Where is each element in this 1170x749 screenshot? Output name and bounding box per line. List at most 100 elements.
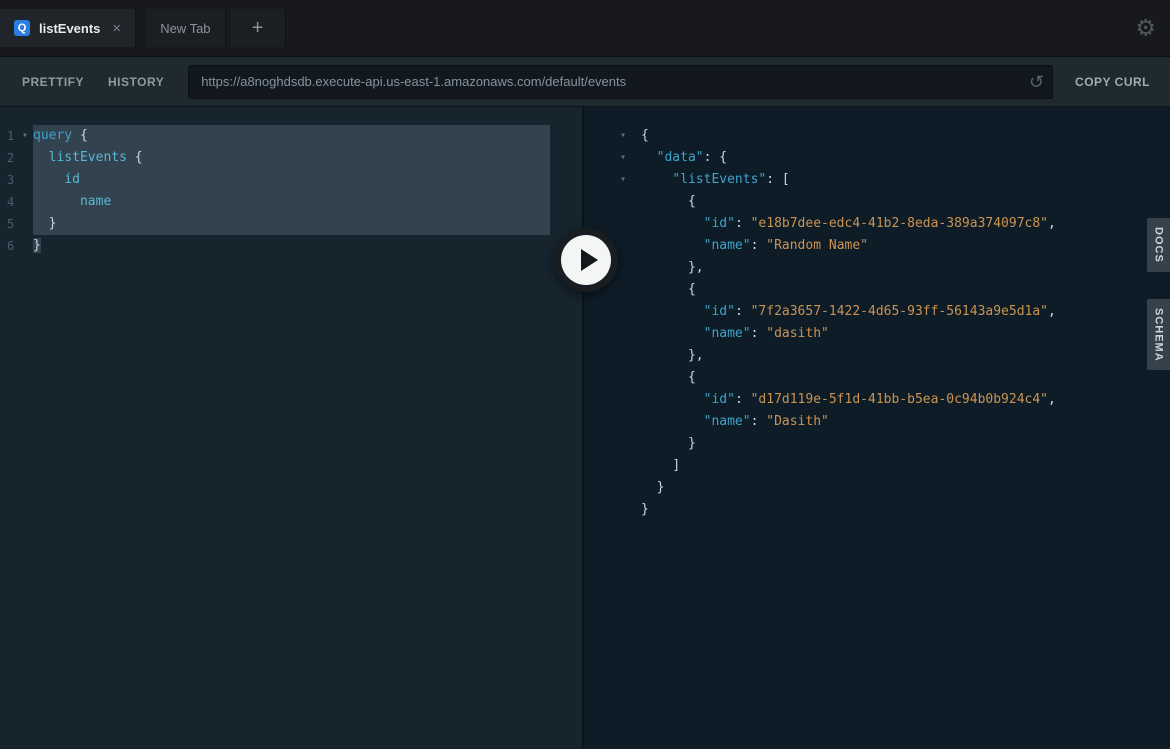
code-text: {	[641, 125, 649, 147]
code-token: "id"	[703, 304, 735, 319]
code-text: }	[33, 235, 41, 257]
close-tab-icon[interactable]: ×	[112, 20, 121, 37]
editor-line[interactable]: 6}	[0, 235, 582, 257]
endpoint-url-input[interactable]	[188, 64, 1054, 99]
code-token: },	[687, 260, 704, 275]
line-number: 1	[7, 129, 15, 143]
fold-caret-icon[interactable]: ▾	[620, 147, 641, 169]
response-line: ▾{	[584, 125, 1170, 147]
code-token: "id"	[703, 392, 735, 407]
code-token: "Dasith"	[766, 414, 829, 429]
response-line: },	[584, 257, 1170, 279]
code-token: query	[33, 128, 73, 143]
code-token: },	[687, 348, 704, 363]
code-token: "name"	[703, 414, 751, 429]
code-token: :	[750, 326, 767, 341]
code-text: "name": "dasith"	[641, 323, 829, 345]
editor-line[interactable]: 3 id	[0, 169, 582, 191]
code-token: ,	[1048, 216, 1056, 231]
code-token: {	[687, 194, 696, 209]
code-token: "name"	[703, 238, 751, 253]
tab-listevents[interactable]: Q listEvents ×	[0, 9, 137, 47]
plus-icon: +	[251, 16, 264, 39]
code-text: "data": {	[641, 147, 727, 169]
editor-line[interactable]: 1 ▾ query {	[0, 125, 582, 147]
code-text: "id": "e18b7dee-edc4-41b2-8eda-389a37409…	[641, 213, 1056, 235]
settings-gear-icon[interactable]: ⚙	[1135, 16, 1156, 40]
code-token: {	[687, 282, 696, 297]
fold-caret-icon[interactable]: ▾	[17, 125, 33, 147]
editor-line[interactable]: 5 }	[0, 213, 582, 235]
code-text: "id": "7f2a3657-1422-4d65-93ff-56143a9e5…	[641, 301, 1056, 323]
code-token: {	[79, 128, 88, 143]
code-token: }	[48, 216, 57, 231]
docs-side-tab[interactable]: DOCS	[1147, 218, 1170, 272]
response-line: "name": "dasith"	[584, 323, 1170, 345]
response-line: }	[584, 433, 1170, 455]
code-text: name	[33, 191, 550, 213]
history-button[interactable]: HISTORY	[96, 75, 176, 89]
editor-line[interactable]: 4 name	[0, 191, 582, 213]
line-number: 3	[7, 173, 15, 187]
code-token: :	[734, 216, 751, 231]
code-token: "7f2a3657-1422-4d65-93ff-56143a9e5d1a"	[750, 304, 1049, 319]
response-pane: ▾{▾ "data": {▾ "listEvents": [ { "id": "…	[584, 107, 1170, 748]
code-token: "e18b7dee-edc4-41b2-8eda-389a374097c8"	[750, 216, 1049, 231]
code-text: "name": "Random Name"	[641, 235, 868, 257]
tab-new-tab[interactable]: New Tab	[146, 9, 226, 47]
code-text: "listEvents": [	[641, 169, 790, 191]
reload-icon[interactable]: ↺	[1029, 73, 1044, 91]
code-token: : {	[703, 150, 728, 165]
schema-side-tab[interactable]: SCHEMA	[1147, 299, 1170, 370]
code-text: "name": "Dasith"	[641, 411, 829, 433]
query-editor-pane[interactable]: 1 ▾ query {2 listEvents {3 id 4 name 5 } 6}	[0, 107, 584, 748]
code-token: ,	[1048, 304, 1056, 319]
fold-caret-icon[interactable]: ▾	[620, 125, 641, 147]
query-editor-lines[interactable]: 1 ▾ query {2 listEvents {3 id 4 name 5 } 6}	[0, 125, 582, 257]
code-token: "data"	[656, 150, 704, 165]
response-line: },	[584, 345, 1170, 367]
fold-caret-icon[interactable]: ▾	[620, 169, 641, 191]
response-line: }	[584, 477, 1170, 499]
editor-line[interactable]: 2 listEvents {	[0, 147, 582, 169]
prettify-button[interactable]: PRETTIFY	[10, 75, 96, 89]
add-tab-button[interactable]: +	[230, 9, 286, 47]
code-token: : [	[766, 172, 790, 187]
code-token: :	[734, 304, 751, 319]
code-token: ,	[1048, 392, 1056, 407]
code-token: {	[641, 128, 649, 143]
query-tab-icon: Q	[14, 20, 30, 36]
line-number: 2	[7, 151, 15, 165]
response-lines: ▾{▾ "data": {▾ "listEvents": [ { "id": "…	[584, 125, 1170, 521]
code-token: listEvents	[48, 150, 127, 165]
code-text: },	[641, 345, 704, 367]
code-token: name	[79, 194, 112, 209]
code-text: listEvents {	[33, 147, 550, 169]
copy-curl-button[interactable]: COPY CURL	[1065, 75, 1160, 89]
execute-button[interactable]	[561, 235, 611, 285]
